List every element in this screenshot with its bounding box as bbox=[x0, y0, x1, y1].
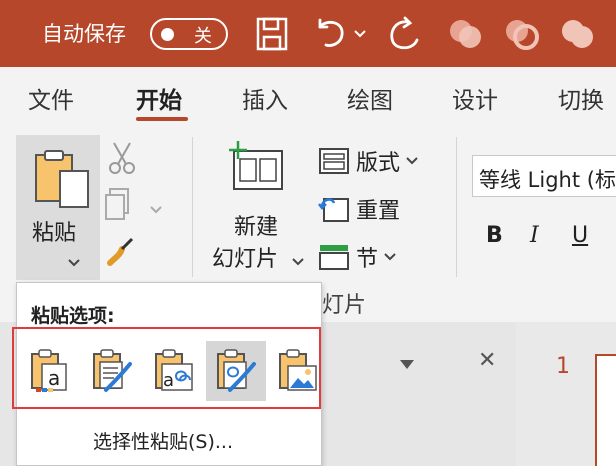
clipboard-paste-icon bbox=[34, 149, 92, 215]
paste-button[interactable]: 粘贴 bbox=[16, 135, 100, 280]
autosave-toggle[interactable]: 关 bbox=[150, 18, 228, 50]
reset-label: 重置 bbox=[356, 199, 401, 224]
slides-group-label: 灯片 bbox=[322, 293, 367, 318]
font-name-field[interactable]: 等线 Light (标 bbox=[472, 155, 616, 197]
tab-draw[interactable]: 绘图 bbox=[347, 81, 393, 115]
tab-file[interactable]: 文件 bbox=[28, 81, 74, 115]
chevron-down-icon bbox=[406, 157, 418, 165]
paste-use-destination-theme-icon[interactable]: a bbox=[20, 341, 80, 401]
close-icon[interactable]: ✕ bbox=[478, 348, 496, 373]
shape-union-icon[interactable] bbox=[558, 14, 598, 54]
layout-button[interactable]: 版式 bbox=[318, 145, 424, 177]
shape-combine-icon[interactable] bbox=[502, 14, 542, 54]
autosave-label: 自动保存 bbox=[42, 22, 126, 46]
font-name-value: 等线 Light (标 bbox=[479, 168, 616, 192]
section-button[interactable]: 节 bbox=[318, 241, 402, 273]
new-slide-icon[interactable] bbox=[228, 141, 286, 199]
slide-thumbnail[interactable] bbox=[595, 354, 616, 466]
section-icon bbox=[319, 245, 349, 270]
ribbon-separator bbox=[456, 137, 457, 277]
italic-button[interactable]: I bbox=[530, 223, 539, 248]
reset-button[interactable]: 重置 bbox=[318, 193, 400, 225]
tab-home[interactable]: 开始 bbox=[136, 81, 182, 115]
pane-menu-icon[interactable] bbox=[400, 355, 414, 374]
slide-number: 1 bbox=[556, 354, 570, 379]
toggle-state: 关 bbox=[194, 26, 212, 47]
layout-icon bbox=[319, 148, 349, 174]
new-slide-label[interactable]: 新建 bbox=[234, 209, 278, 241]
reset-icon bbox=[318, 198, 349, 222]
tab-insert[interactable]: 插入 bbox=[242, 81, 288, 115]
title-bar: 自动保存 关 bbox=[0, 0, 616, 67]
underline-button[interactable]: U bbox=[572, 223, 588, 248]
shape-merge-icon[interactable] bbox=[446, 14, 486, 54]
chevron-down-icon bbox=[68, 252, 80, 271]
svg-text:a: a bbox=[48, 366, 60, 390]
copy-icon[interactable] bbox=[104, 187, 140, 225]
save-icon[interactable] bbox=[252, 14, 292, 54]
paste-picture-icon[interactable] bbox=[268, 341, 328, 401]
toggle-knob bbox=[161, 28, 174, 41]
paste-options-highlight: a a bbox=[12, 327, 321, 409]
active-tab-indicator bbox=[136, 117, 188, 121]
format-painter-icon[interactable] bbox=[106, 235, 138, 271]
undo-icon[interactable] bbox=[312, 14, 350, 54]
new-slide-label-2[interactable]: 幻灯片 bbox=[212, 241, 278, 273]
svg-text:a: a bbox=[163, 370, 174, 391]
ribbon-tabs: 文件 开始 插入 绘图 设计 切换 bbox=[0, 67, 616, 127]
undo-dropdown-icon[interactable] bbox=[352, 14, 368, 54]
copy-dropdown-icon[interactable] bbox=[150, 199, 162, 218]
paste-keep-source-formatting-selected-icon[interactable] bbox=[206, 341, 266, 401]
bold-button[interactable]: B bbox=[486, 223, 503, 248]
cut-icon[interactable] bbox=[108, 141, 136, 179]
tab-design[interactable]: 设计 bbox=[452, 81, 498, 115]
paste-keep-source-formatting-icon[interactable] bbox=[82, 341, 142, 401]
paste-label: 粘贴 bbox=[32, 221, 77, 246]
paste-options-menu: 粘贴选项: a a 选择性粘贴(S)... bbox=[12, 282, 322, 466]
paste-embed-icon[interactable]: a bbox=[144, 341, 204, 401]
ribbon-separator bbox=[192, 137, 193, 277]
chevron-down-icon[interactable] bbox=[292, 251, 304, 270]
section-label: 节 bbox=[356, 247, 379, 272]
layout-label: 版式 bbox=[356, 151, 401, 176]
paste-options-heading: 粘贴选项: bbox=[31, 305, 115, 327]
paste-special-menu-item[interactable]: 选择性粘贴(S)... bbox=[93, 427, 233, 454]
redo-icon[interactable] bbox=[384, 14, 424, 54]
chevron-down-icon bbox=[384, 253, 396, 261]
tab-transitions[interactable]: 切换 bbox=[558, 81, 604, 115]
